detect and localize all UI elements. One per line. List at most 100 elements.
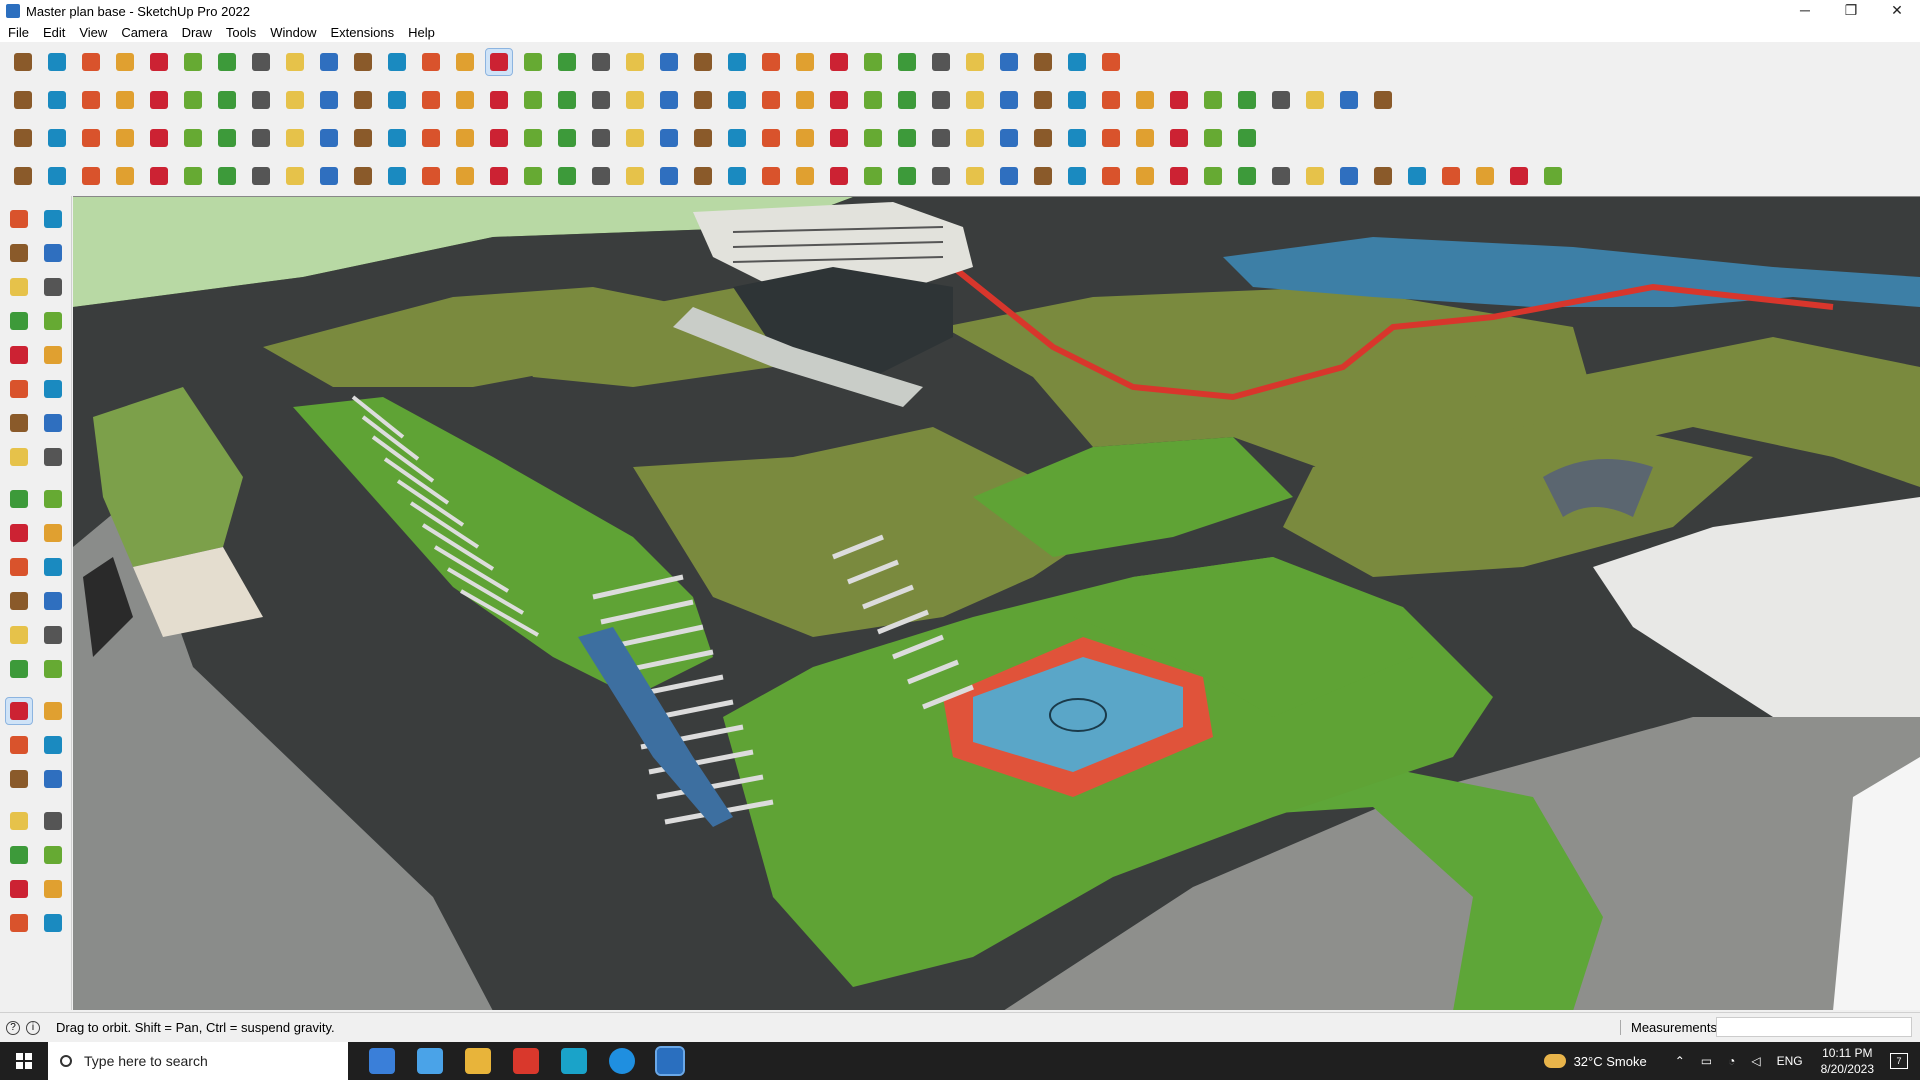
clock[interactable]: 10:11 PM 8/20/2023 <box>1821 1045 1874 1077</box>
extension-icon[interactable] <box>1098 49 1124 75</box>
trim-icon[interactable] <box>996 87 1022 113</box>
cube-blue-icon[interactable] <box>10 125 36 151</box>
layer-icon[interactable] <box>792 49 818 75</box>
comb-icon[interactable] <box>1166 163 1192 189</box>
warehouse-icon[interactable] <box>1166 87 1192 113</box>
axes-icon[interactable] <box>860 49 886 75</box>
menu-file[interactable]: File <box>8 25 29 40</box>
walk-icon[interactable] <box>6 842 32 868</box>
arc-left-icon[interactable] <box>6 410 32 436</box>
spider-icon[interactable] <box>1404 163 1430 189</box>
x-icon[interactable] <box>1166 125 1192 151</box>
eraser-left-icon[interactable] <box>40 240 66 266</box>
tag-icon[interactable] <box>792 87 818 113</box>
wave-icon[interactable] <box>1064 163 1090 189</box>
house2-icon[interactable] <box>622 87 648 113</box>
cross-blue-icon[interactable] <box>554 125 580 151</box>
corner-icon[interactable] <box>350 163 376 189</box>
plane-icon[interactable] <box>78 125 104 151</box>
protractor-icon[interactable] <box>6 622 32 648</box>
outer-icon[interactable] <box>860 87 886 113</box>
green-tool-icon[interactable] <box>860 125 886 151</box>
wireframe-icon[interactable] <box>486 87 512 113</box>
scale-left-icon[interactable] <box>6 554 32 580</box>
menu-view[interactable]: View <box>79 25 107 40</box>
section-display-icon[interactable] <box>656 49 682 75</box>
plugin-icon[interactable] <box>1370 87 1396 113</box>
intersect-icon[interactable] <box>894 87 920 113</box>
tag-left-icon[interactable] <box>6 910 32 936</box>
rotate-left-icon[interactable] <box>6 520 32 546</box>
cross-green-icon[interactable] <box>520 125 546 151</box>
left-icon[interactable] <box>316 87 342 113</box>
red-dot-icon[interactable] <box>962 125 988 151</box>
leaf-icon[interactable] <box>656 163 682 189</box>
right-icon[interactable] <box>248 87 274 113</box>
map-icon[interactable] <box>1336 87 1362 113</box>
look-around-icon[interactable] <box>40 808 66 834</box>
zoom-window-icon[interactable] <box>554 49 580 75</box>
spring-icon[interactable] <box>894 163 920 189</box>
freehand-icon[interactable] <box>40 308 66 334</box>
line-left-icon[interactable] <box>6 308 32 334</box>
qr-icon[interactable] <box>1234 125 1260 151</box>
subtract-icon[interactable] <box>962 87 988 113</box>
file-explorer-icon[interactable] <box>465 1048 491 1074</box>
minimize-button[interactable]: ─ <box>1782 0 1828 22</box>
sphere-icon[interactable] <box>282 163 308 189</box>
measurements-input[interactable] <box>1716 1017 1912 1037</box>
move-icon[interactable] <box>282 49 308 75</box>
wire-icon[interactable] <box>112 163 138 189</box>
paint-icon[interactable] <box>452 49 478 75</box>
terrain-icon[interactable] <box>1268 87 1294 113</box>
arrows-icon[interactable] <box>928 49 954 75</box>
rotate-icon[interactable] <box>316 49 342 75</box>
web-icon[interactable] <box>1506 163 1532 189</box>
xray-icon[interactable] <box>418 87 444 113</box>
copy-icon[interactable] <box>180 125 206 151</box>
box-icon[interactable] <box>10 87 36 113</box>
section-left-icon[interactable] <box>40 842 66 868</box>
view-icon[interactable] <box>996 49 1022 75</box>
box-brown-icon[interactable] <box>792 125 818 151</box>
hand2-icon[interactable] <box>146 163 172 189</box>
pushpull-left-icon[interactable] <box>40 486 66 512</box>
rotated-rect-icon[interactable] <box>40 342 66 368</box>
dimension-left-icon[interactable] <box>40 588 66 614</box>
sketchup-active-icon[interactable] <box>655 1046 685 1076</box>
arc3-icon[interactable] <box>6 444 32 470</box>
position-camera-icon[interactable] <box>6 808 32 834</box>
union-icon[interactable] <box>928 87 954 113</box>
pushpull-icon[interactable] <box>214 49 240 75</box>
calculator-icon[interactable] <box>417 1048 443 1074</box>
move-left-icon[interactable] <box>6 486 32 512</box>
orbit-icon[interactable] <box>485 48 513 76</box>
iso-icon[interactable] <box>146 87 172 113</box>
start-button[interactable] <box>0 1042 48 1080</box>
split-icon[interactable] <box>1030 87 1056 113</box>
box3-icon[interactable] <box>78 87 104 113</box>
zoom-icon[interactable] <box>10 49 36 75</box>
label-icon[interactable] <box>112 125 138 151</box>
diamond-icon[interactable] <box>44 125 70 151</box>
axes-left-icon[interactable] <box>6 656 32 682</box>
dimension-icon[interactable] <box>962 49 988 75</box>
curve-icon[interactable] <box>418 125 444 151</box>
spin-icon[interactable] <box>724 125 750 151</box>
cage-icon[interactable] <box>1234 163 1260 189</box>
info-icon[interactable]: i <box>26 1020 40 1035</box>
layer2-icon[interactable] <box>826 49 852 75</box>
return-icon[interactable] <box>826 125 852 151</box>
fan-icon[interactable] <box>962 163 988 189</box>
geo-location-icon[interactable]: ? <box>6 1020 20 1035</box>
barrel-icon[interactable] <box>1200 163 1226 189</box>
slab-icon[interactable] <box>1132 163 1158 189</box>
menu-help[interactable]: Help <box>408 25 435 40</box>
close-button[interactable]: ✕ <box>1874 0 1920 22</box>
scale-icon[interactable] <box>350 49 376 75</box>
rectangle-left-icon[interactable] <box>6 342 32 368</box>
rail-icon[interactable] <box>554 163 580 189</box>
paint-bucket-icon[interactable] <box>6 240 32 266</box>
eraser-icon[interactable] <box>78 49 104 75</box>
stack-icon[interactable] <box>826 163 852 189</box>
